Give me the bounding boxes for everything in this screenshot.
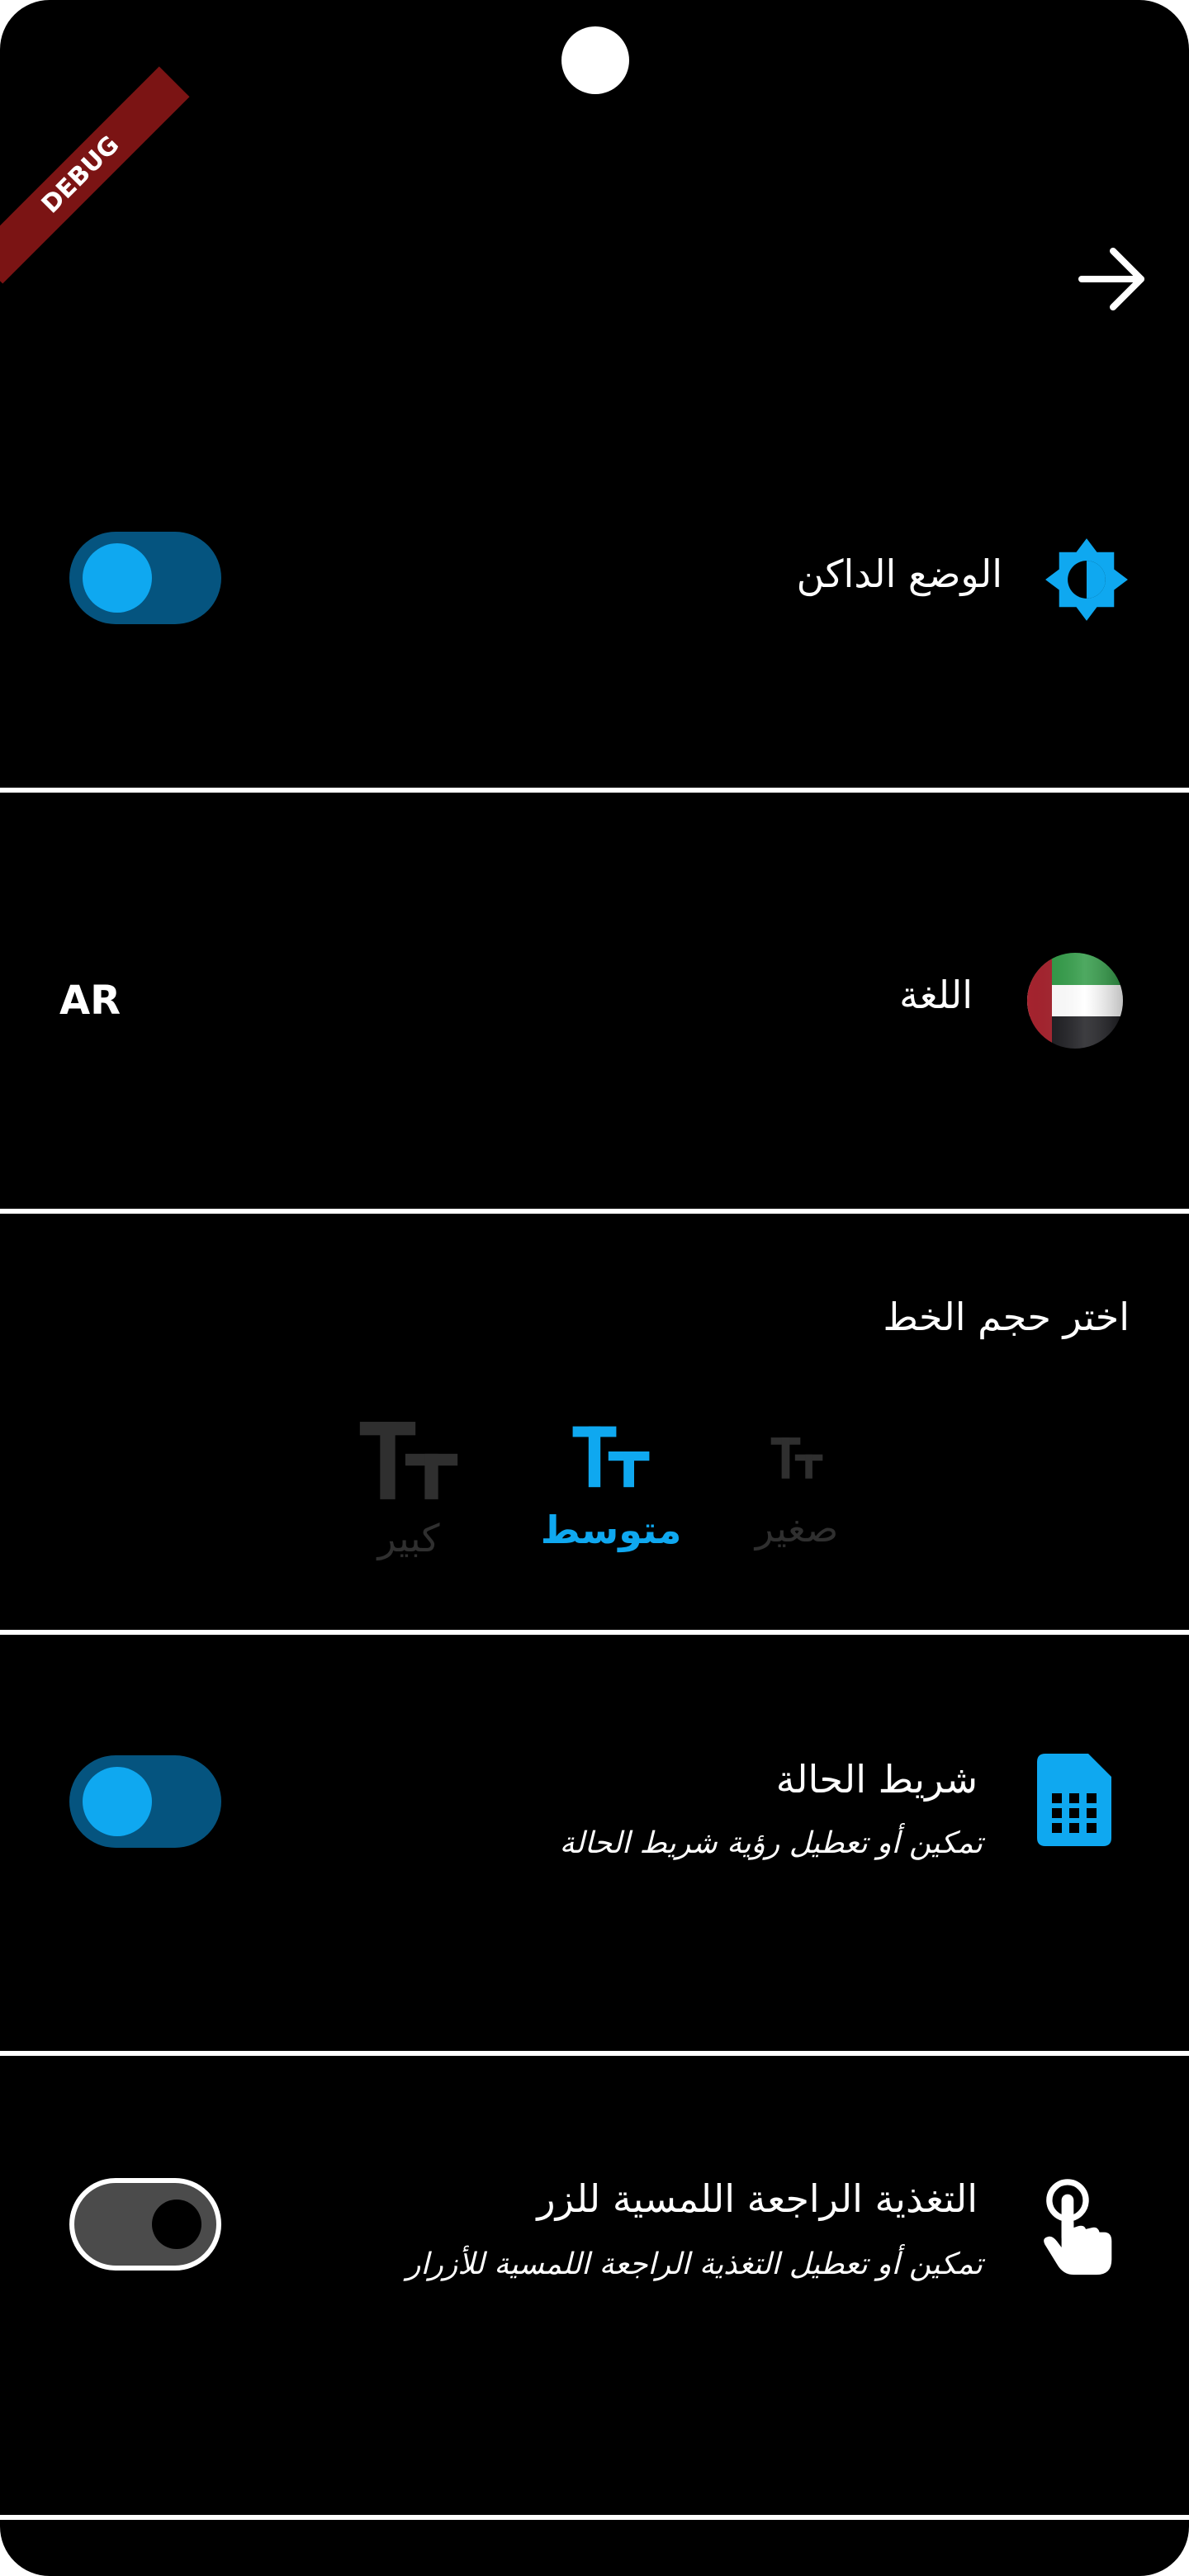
text-size-medium-icon	[537, 1425, 685, 1491]
toggle-knob	[83, 1767, 152, 1836]
haptic-feedback-row[interactable]: التغذية الراجعة اللمسية للزر تمكين أو تع…	[0, 2056, 1189, 2515]
font-size-small-label: صغير	[755, 1506, 839, 1551]
haptic-feedback-description: تمكين أو تعطيل التغذية الراجعة اللمسية ل…	[406, 2247, 983, 2281]
language-label: اللغة	[899, 973, 973, 1017]
status-bar-toggle[interactable]	[69, 1755, 221, 1848]
sim-card-icon	[1037, 1754, 1111, 1846]
toggle-knob	[152, 2200, 201, 2249]
dark-mode-row[interactable]: الوضع الداكن	[0, 429, 1189, 793]
status-bar-description: تمكين أو تعطيل رؤية شريط الحالة	[559, 1826, 983, 1860]
status-bar-label: شريط الحالة	[775, 1757, 978, 1802]
font-size-large-option[interactable]: كبير	[347, 1420, 471, 1560]
haptic-feedback-toggle[interactable]	[69, 2178, 221, 2271]
text-size-large-icon	[347, 1420, 471, 1504]
language-code: AR	[59, 978, 121, 1024]
arrow-forward-icon[interactable]	[1075, 243, 1148, 315]
brightness-icon	[1045, 538, 1128, 621]
haptic-feedback-label: التغذية الراجعة اللمسية للزر	[537, 2176, 978, 2221]
toggle-knob	[83, 543, 152, 613]
uae-flag-icon	[1027, 953, 1123, 1049]
divider	[0, 2515, 1189, 2520]
debug-banner: DEBUG	[0, 66, 190, 284]
language-row[interactable]: AR اللغة	[0, 793, 1189, 1210]
camera-cutout	[561, 26, 629, 94]
dark-mode-label: الوضع الداكن	[796, 552, 1002, 596]
text-size-small-icon	[743, 1437, 850, 1481]
status-bar-row[interactable]: شريط الحالة تمكين أو تعطيل رؤية شريط الح…	[0, 1635, 1189, 2053]
font-size-small-option[interactable]: صغير	[743, 1437, 850, 1551]
font-size-section: اختر حجم الخط كبير متوسط صغير	[0, 1214, 1189, 1631]
dark-mode-toggle[interactable]	[69, 532, 221, 624]
settings-screen: DEBUG الوضع الداكن AR اللغة اختر حجم الخ…	[0, 0, 1189, 2576]
font-size-medium-label: متوسط	[540, 1508, 682, 1552]
touch-icon	[1044, 2179, 1112, 2275]
font-size-title: اختر حجم الخط	[883, 1295, 1130, 1339]
font-size-large-label: كبير	[377, 1516, 440, 1560]
font-size-medium-option[interactable]: متوسط	[537, 1425, 685, 1552]
